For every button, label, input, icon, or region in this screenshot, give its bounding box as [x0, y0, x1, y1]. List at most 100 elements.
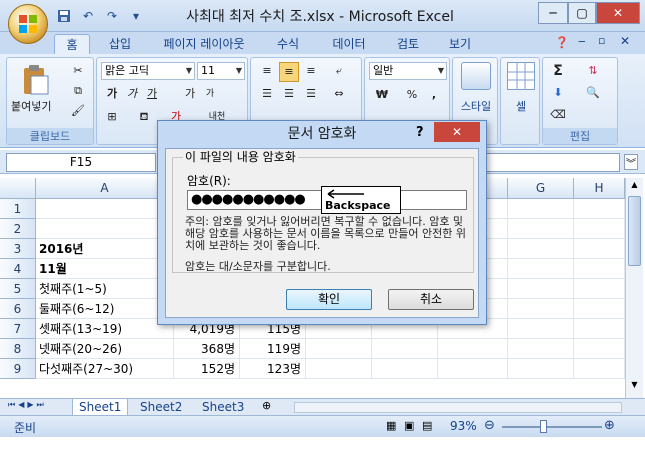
cell[interactable]	[574, 339, 625, 359]
row-header[interactable]: 1	[0, 199, 36, 219]
copy-icon[interactable]: ⧉	[69, 82, 87, 100]
cell[interactable]	[508, 199, 574, 219]
align-bottom-icon[interactable]: ≡	[301, 62, 321, 80]
normal-view-icon[interactable]: ▦	[386, 419, 396, 432]
cell[interactable]	[508, 339, 574, 359]
font-name-combo[interactable]: 맑은 고딕 ▼	[101, 62, 195, 80]
cell[interactable]: 368명	[174, 339, 240, 359]
tab-review[interactable]: 검토	[388, 34, 428, 54]
cell[interactable]	[574, 259, 625, 279]
cell[interactable]: 152명	[174, 359, 240, 379]
ribbon-restore-icon[interactable]: ▫	[598, 34, 605, 47]
cell[interactable]	[508, 319, 574, 339]
insert-sheet-icon[interactable]: ⊕	[262, 399, 271, 412]
italic-button[interactable]: 가	[123, 85, 141, 103]
row-header[interactable]: 5	[0, 279, 36, 299]
cell[interactable]	[438, 339, 508, 359]
number-format-combo[interactable]: 일반 ▼	[369, 62, 447, 80]
cell[interactable]	[508, 299, 574, 319]
cells-icon[interactable]	[507, 62, 535, 90]
cell[interactable]	[574, 199, 625, 219]
scroll-up-icon[interactable]: ▲	[628, 180, 641, 194]
row-header[interactable]: 6	[0, 299, 36, 319]
minimize-button[interactable]: ─	[538, 2, 568, 24]
zoom-level[interactable]: 93%	[450, 419, 477, 433]
underline-button[interactable]: 가	[143, 85, 161, 103]
cell[interactable]	[306, 339, 372, 359]
cell[interactable]	[372, 339, 438, 359]
cell[interactable]	[36, 199, 174, 219]
fill-color-icon[interactable]: ⛾	[135, 108, 153, 126]
align-middle-icon[interactable]: ≡	[279, 62, 299, 82]
cell[interactable]	[508, 259, 574, 279]
percent-button[interactable]: %	[401, 86, 423, 104]
grow-font-button[interactable]: 가	[181, 85, 199, 103]
cell[interactable]	[574, 319, 625, 339]
cell[interactable]	[508, 239, 574, 259]
cell[interactable]: 다섯째주(27~30)	[36, 359, 174, 379]
sheet-tab-sheet2[interactable]: Sheet2	[134, 399, 188, 416]
cell[interactable]	[372, 359, 438, 379]
find-select-icon[interactable]: 🔍	[583, 84, 603, 102]
tab-data[interactable]: 데이터	[324, 34, 374, 54]
sort-filter-icon[interactable]: ⇅	[583, 62, 603, 80]
tab-home[interactable]: 홈	[54, 34, 90, 54]
horizontal-scrollbar[interactable]	[294, 402, 622, 413]
cell[interactable]: 2016년	[36, 239, 174, 259]
cut-icon[interactable]: ✂	[69, 62, 87, 80]
cell[interactable]: 셋째주(13~19)	[36, 319, 174, 339]
autosum-button[interactable]: Σ	[549, 62, 567, 80]
select-all-corner[interactable]	[0, 178, 36, 199]
cell[interactable]: 넷째주(20~26)	[36, 339, 174, 359]
align-center-icon[interactable]: ☰	[279, 85, 299, 103]
dialog-help-button[interactable]: ?	[416, 125, 424, 140]
column-header[interactable]: G	[508, 178, 574, 199]
cell[interactable]: 123명	[240, 359, 306, 379]
ok-button[interactable]: 확인	[286, 289, 372, 310]
maximize-button[interactable]: ▢	[568, 2, 596, 24]
borders-icon[interactable]: ⊞	[103, 108, 121, 126]
sheet-tab-sheet1[interactable]: Sheet1	[72, 399, 129, 416]
align-right-icon[interactable]: ☰	[301, 85, 321, 103]
row-header[interactable]: 9	[0, 359, 36, 379]
cell[interactable]	[438, 359, 508, 379]
page-layout-view-icon[interactable]: ▣	[404, 419, 414, 432]
cell[interactable]: 둘째주(6~12)	[36, 299, 174, 319]
help-icon[interactable]: ❓	[555, 36, 569, 49]
paste-button-label[interactable]: 붙여넣기	[11, 98, 51, 114]
name-box[interactable]: F15	[6, 153, 156, 172]
font-size-combo[interactable]: 11 ▼	[197, 62, 245, 80]
sheet-nav-icon[interactable]: ⏮◀▶⏭	[8, 400, 47, 410]
cell[interactable]	[508, 279, 574, 299]
cell[interactable]: 11월	[36, 259, 174, 279]
vertical-scrollbar[interactable]: ▲ ▼	[625, 178, 643, 398]
scroll-down-icon[interactable]: ▼	[628, 380, 641, 394]
styles-icon[interactable]	[461, 62, 491, 90]
zoom-in-icon[interactable]: ⊕	[604, 418, 615, 433]
cell[interactable]: 119명	[240, 339, 306, 359]
office-button[interactable]	[8, 4, 48, 44]
column-header[interactable]: H	[574, 178, 625, 199]
workbook-close-icon[interactable]: ✕	[620, 34, 630, 48]
shrink-font-button[interactable]: 가	[201, 85, 219, 103]
scroll-thumb[interactable]	[628, 196, 641, 266]
styles-button-label[interactable]: 스타일	[455, 98, 497, 114]
bold-button[interactable]: 가	[103, 85, 121, 103]
save-icon[interactable]	[54, 7, 74, 25]
zoom-out-icon[interactable]: ⊖	[484, 418, 495, 433]
paste-icon[interactable]	[21, 64, 51, 96]
undo-icon[interactable]: ↶	[78, 7, 98, 25]
tab-insert[interactable]: 삽입	[100, 34, 140, 54]
tab-page-layout[interactable]: 페이지 레이아웃	[152, 34, 256, 54]
clear-icon[interactable]: ⌫	[549, 106, 567, 124]
cell[interactable]	[574, 219, 625, 239]
row-header[interactable]: 4	[0, 259, 36, 279]
sheet-tab-sheet3[interactable]: Sheet3	[196, 399, 250, 416]
zoom-slider[interactable]	[502, 426, 602, 428]
redo-icon[interactable]: ↷	[102, 7, 122, 25]
cell[interactable]	[508, 359, 574, 379]
cell[interactable]	[574, 359, 625, 379]
align-left-icon[interactable]: ☰	[257, 85, 277, 103]
qat-dropdown-icon[interactable]: ▾	[126, 7, 146, 25]
cell[interactable]	[574, 239, 625, 259]
